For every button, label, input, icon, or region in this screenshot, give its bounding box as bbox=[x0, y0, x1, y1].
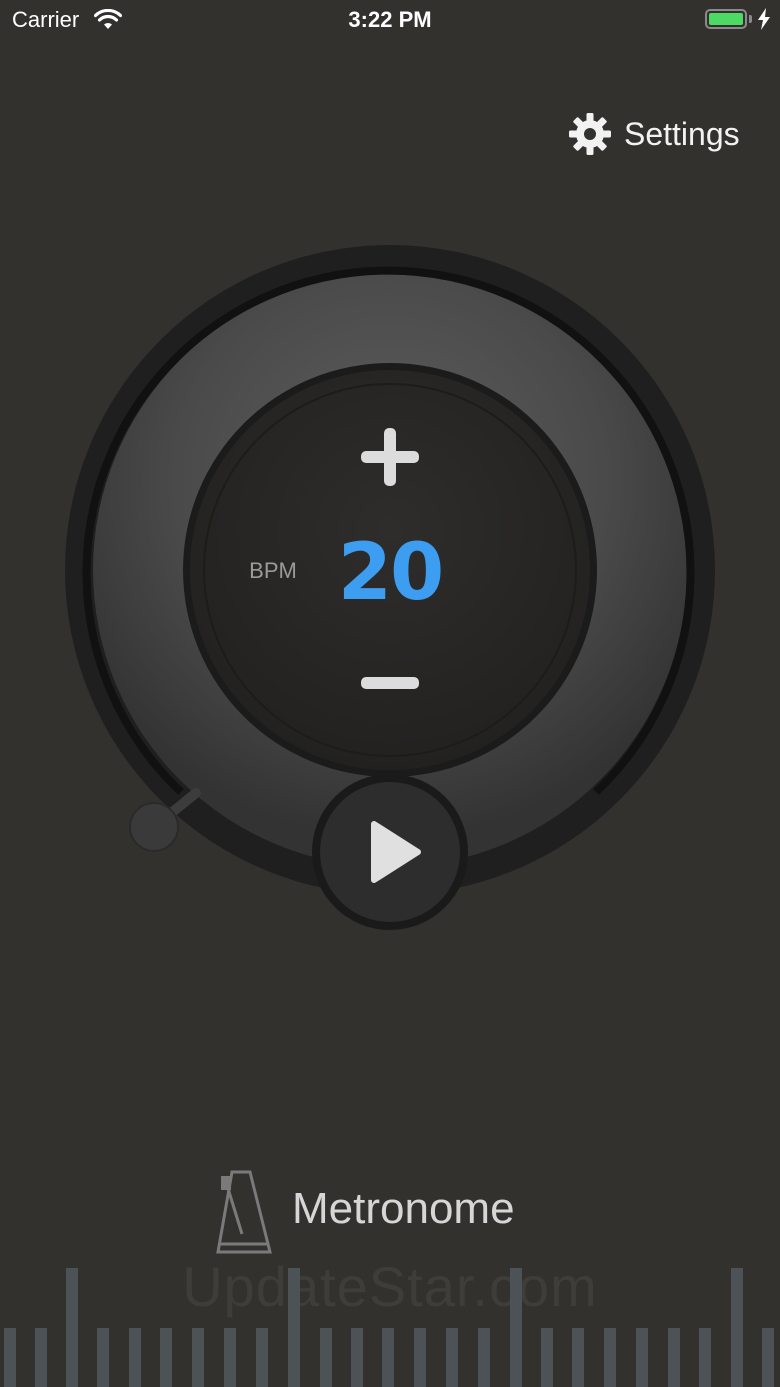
bpm-label: BPM bbox=[249, 558, 297, 583]
tempo-slider-handle[interactable] bbox=[128, 801, 180, 853]
plus-icon bbox=[361, 428, 419, 486]
play-button[interactable] bbox=[316, 778, 464, 926]
beat-bars bbox=[4, 1268, 774, 1387]
decrease-bpm-button[interactable] bbox=[355, 662, 425, 706]
increase-bpm-button[interactable] bbox=[355, 422, 425, 492]
play-icon bbox=[371, 821, 421, 883]
minus-icon bbox=[361, 677, 419, 689]
slider-knob bbox=[129, 802, 179, 852]
metronome-icon bbox=[216, 1170, 272, 1254]
app-title: Metronome bbox=[292, 1184, 515, 1233]
bpm-value: 20 bbox=[337, 528, 445, 618]
